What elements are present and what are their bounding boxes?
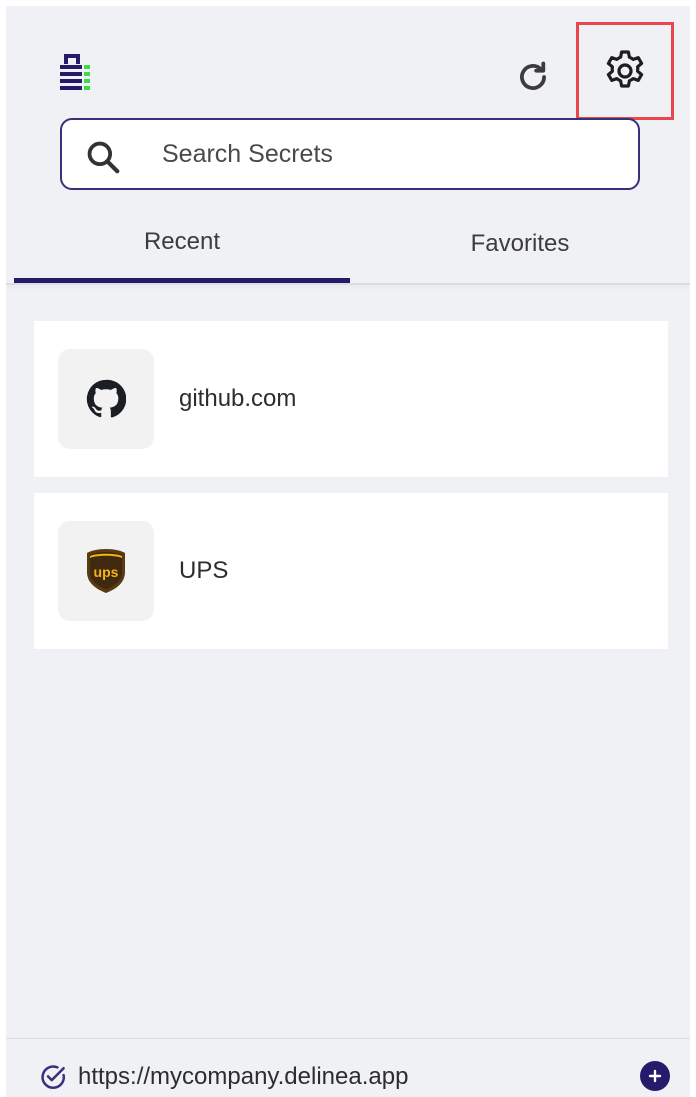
ups-logo-icon: ups — [87, 549, 125, 593]
list-item[interactable]: ups UPS — [34, 493, 668, 649]
delinea-logo-icon — [54, 52, 100, 98]
github-icon — [86, 379, 126, 418]
svg-text:ups: ups — [94, 564, 119, 580]
item-label: UPS — [179, 557, 229, 584]
check-circle-icon — [41, 1065, 66, 1090]
gear-icon — [606, 50, 644, 88]
tabs-divider — [6, 283, 690, 285]
refresh-icon — [520, 61, 546, 90]
tab-favorites[interactable]: Favorites — [350, 208, 690, 280]
add-button[interactable] — [640, 1061, 670, 1091]
item-icon-tile: ups — [58, 521, 154, 621]
item-icon-tile — [58, 349, 154, 449]
search-icon — [87, 141, 120, 174]
list-item[interactable]: github.com — [34, 321, 668, 477]
settings-button[interactable] — [576, 22, 674, 120]
search-input[interactable] — [162, 134, 622, 174]
tab-bar: Recent Favorites — [14, 212, 690, 284]
search-box[interactable] — [60, 118, 640, 190]
plus-icon — [648, 1069, 662, 1083]
tab-recent[interactable]: Recent — [14, 206, 350, 278]
server-url[interactable]: https://mycompany.delinea.app — [78, 1062, 408, 1092]
footer-divider — [6, 1038, 690, 1039]
refresh-button[interactable] — [508, 52, 558, 102]
item-label: github.com — [179, 385, 297, 412]
